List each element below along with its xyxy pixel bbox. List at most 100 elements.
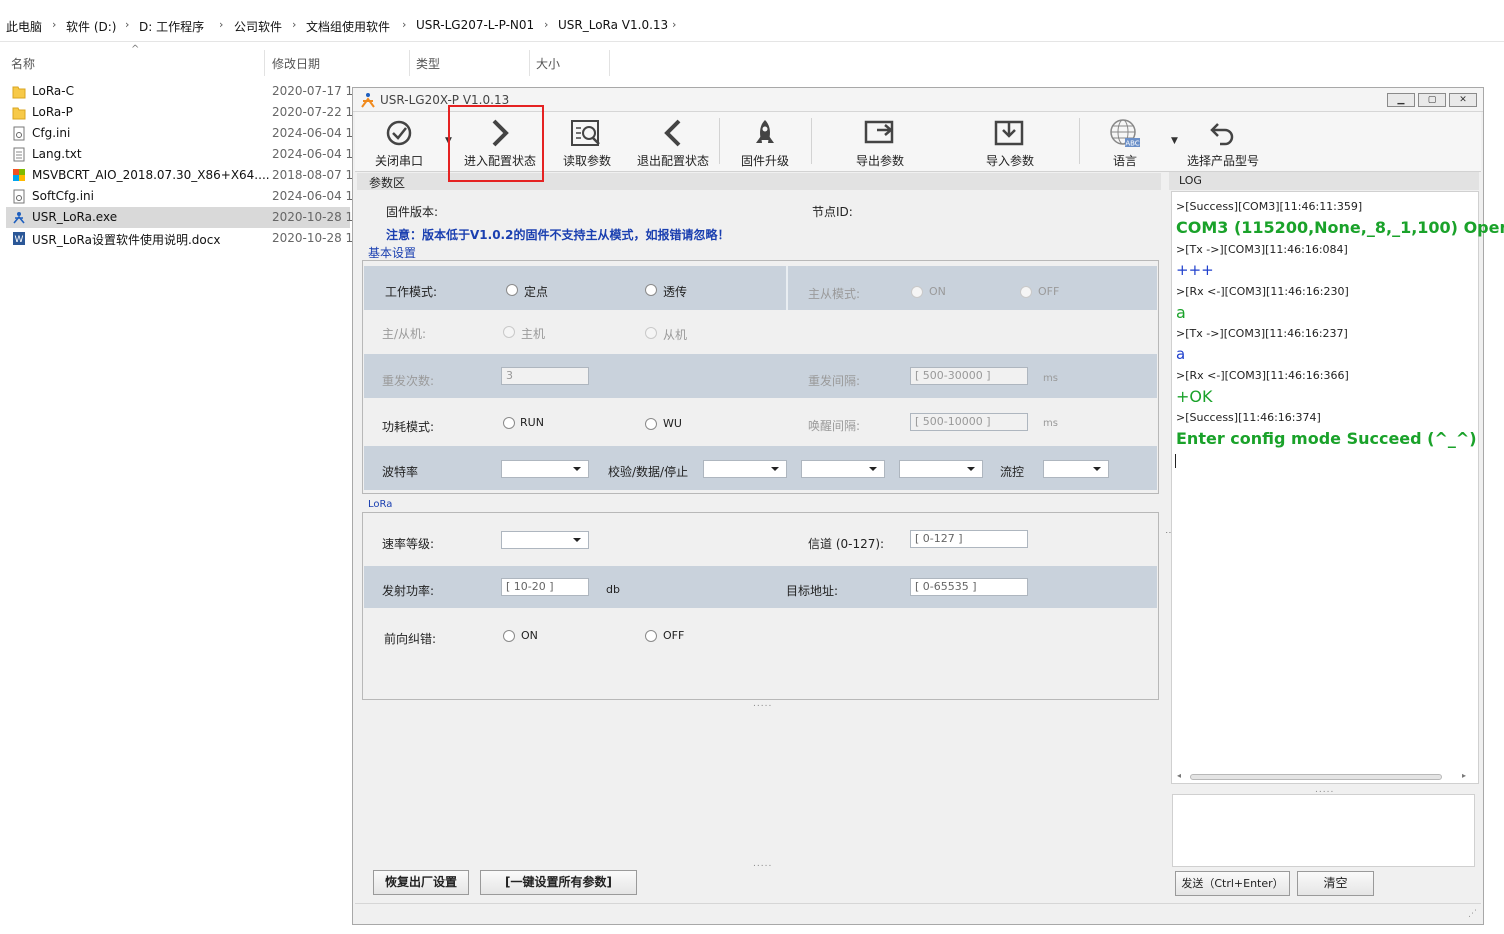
wake-interval-unit: ms bbox=[1043, 418, 1058, 429]
breadcrumb-work-programs[interactable]: D: 工作程序 bbox=[139, 18, 204, 35]
column-divider[interactable] bbox=[609, 50, 610, 76]
baud-rate-select[interactable] bbox=[501, 460, 589, 478]
close-button[interactable]: ✕ bbox=[1449, 93, 1477, 107]
log-line: >[Rx <-][COM3][11:46:16:366] bbox=[1176, 369, 1349, 382]
file-row[interactable]: Lang.txt 2024-06-04 1 bbox=[6, 144, 353, 165]
file-row[interactable]: LoRa-P 2020-07-22 1 bbox=[6, 102, 353, 123]
breadcrumb-drive-d[interactable]: 软件 (D:) bbox=[66, 18, 116, 35]
log-line: >[Tx ->][COM3][11:46:16:084] bbox=[1176, 243, 1348, 256]
breadcrumb-current-folder[interactable]: USR_LoRa V1.0.13 bbox=[558, 18, 668, 32]
rate-level-label: 速率等级: bbox=[382, 537, 435, 551]
breadcrumb-model-folder[interactable]: USR-LG207-L-P-N01 bbox=[416, 18, 534, 32]
scroll-left-arrow[interactable]: ◂ bbox=[1177, 771, 1181, 780]
splitter-grip[interactable]: ..... bbox=[753, 699, 772, 709]
splitter-grip[interactable]: ..... bbox=[753, 859, 772, 869]
column-divider[interactable] bbox=[409, 50, 410, 76]
close-port-button[interactable]: 关闭串口 bbox=[359, 112, 439, 170]
read-params-button[interactable]: 读取参数 bbox=[547, 112, 627, 170]
breadcrumb-company-software[interactable]: 公司软件 bbox=[234, 18, 282, 35]
wake-interval-input[interactable]: [ 500-10000 ] bbox=[910, 413, 1028, 431]
chevron-right-icon: › bbox=[402, 18, 407, 31]
column-header-type[interactable]: 类型 bbox=[416, 55, 440, 72]
lora-settings-title: LoRa bbox=[368, 499, 393, 510]
breadcrumb-this-pc[interactable]: 此电脑 bbox=[6, 18, 42, 35]
power-mode-run-radio[interactable] bbox=[503, 417, 515, 429]
send-input[interactable] bbox=[1172, 794, 1475, 867]
master-slave-on-radio[interactable] bbox=[911, 286, 923, 298]
text-file-icon bbox=[13, 147, 25, 162]
rate-level-select[interactable] bbox=[501, 531, 589, 549]
settings-row bbox=[364, 354, 1157, 398]
language-globe-icon: ABC bbox=[1110, 119, 1140, 148]
file-row[interactable]: Cfg.ini 2024-06-04 1 bbox=[6, 123, 353, 144]
work-mode-fixed-radio[interactable] bbox=[506, 284, 518, 296]
set-all-params-button[interactable]: [一键设置所有参数] bbox=[480, 870, 637, 895]
horizontal-scrollbar-thumb[interactable] bbox=[1190, 774, 1442, 780]
file-row[interactable]: MSVBCRT_AIO_2018.07.30_X86+X64.... 2018-… bbox=[6, 165, 353, 186]
data-bits-select[interactable] bbox=[801, 460, 885, 478]
firmware-upgrade-icon bbox=[756, 120, 774, 143]
log-title: LOG bbox=[1179, 174, 1202, 187]
export-params-button[interactable]: 导出参数 bbox=[835, 112, 925, 170]
file-row[interactable]: W USR_LoRa设置软件使用说明.docx 2020-10-28 1 bbox=[6, 228, 353, 249]
highlight-box bbox=[448, 105, 544, 182]
column-divider[interactable] bbox=[264, 50, 265, 76]
language-button[interactable]: ABC 语言 bbox=[1087, 112, 1163, 170]
role-label: 主/从机: bbox=[382, 327, 427, 341]
master-slave-off-radio[interactable] bbox=[1020, 286, 1032, 298]
sort-ascending-icon: ^ bbox=[131, 44, 140, 55]
chevron-down-icon bbox=[967, 467, 975, 471]
import-params-button[interactable]: 导入参数 bbox=[965, 112, 1055, 170]
channel-input[interactable]: [ 0-127 ] bbox=[910, 530, 1028, 548]
installer-icon bbox=[13, 169, 25, 181]
firmware-notice: 注意：版本低于V1.0.2的固件不支持主从模式，如报错请忽略！ bbox=[386, 228, 730, 242]
role-slave-radio[interactable] bbox=[645, 327, 657, 339]
column-header-size[interactable]: 大小 bbox=[536, 55, 560, 72]
role-master-radio[interactable] bbox=[503, 326, 515, 338]
column-header-name[interactable]: 名称 bbox=[11, 55, 35, 72]
fec-on-radio[interactable] bbox=[503, 630, 515, 642]
flow-control-select[interactable] bbox=[1043, 460, 1109, 478]
factory-reset-button[interactable]: 恢复出厂设置 bbox=[373, 870, 469, 895]
column-divider[interactable] bbox=[529, 50, 530, 76]
tx-power-unit: db bbox=[606, 583, 620, 596]
log-line: COM3 (115200,None,_8,_1,100) Open bbox=[1176, 218, 1504, 237]
select-model-button[interactable]: 选择产品型号 bbox=[1183, 112, 1263, 170]
toolbar-separator bbox=[1079, 118, 1080, 164]
fec-on-label: ON bbox=[521, 629, 538, 642]
file-row-selected[interactable]: USR_LoRa.exe 2020-10-28 1 bbox=[6, 207, 353, 228]
send-button[interactable]: 发送（Ctrl+Enter） bbox=[1175, 871, 1290, 896]
exit-config-button[interactable]: 退出配置状态 bbox=[631, 112, 715, 170]
firmware-version-label: 固件版本: bbox=[386, 205, 439, 219]
file-row[interactable]: LoRa-C 2020-07-17 1 bbox=[6, 81, 353, 102]
file-row[interactable]: SoftCfg.ini 2024-06-04 1 bbox=[6, 186, 353, 207]
resize-grip[interactable]: ⋰ bbox=[1468, 909, 1477, 919]
work-mode-transparent-radio[interactable] bbox=[645, 284, 657, 296]
address-breadcrumb[interactable]: 此电脑 › 软件 (D:) › D: 工作程序 › 公司软件 › 文档组使用软件… bbox=[0, 0, 1504, 42]
node-id-label: 节点ID: bbox=[812, 205, 853, 219]
master-slave-mode-label: 主从模式: bbox=[808, 287, 861, 301]
fec-off-radio[interactable] bbox=[645, 630, 657, 642]
minimize-button[interactable]: ▁ bbox=[1387, 93, 1415, 107]
scroll-right-arrow[interactable]: ▸ bbox=[1462, 771, 1466, 780]
breadcrumb-doc-group[interactable]: 文档组使用软件 bbox=[306, 18, 390, 35]
folder-icon bbox=[12, 107, 26, 120]
dropdown-arrow-icon[interactable]: ▼ bbox=[1171, 136, 1178, 146]
column-header-date[interactable]: 修改日期 bbox=[272, 55, 320, 72]
target-address-input[interactable]: [ 0-65535 ] bbox=[910, 578, 1028, 596]
parity-select[interactable] bbox=[703, 460, 787, 478]
tx-power-label: 发射功率: bbox=[382, 584, 435, 598]
tx-power-input[interactable]: [ 10-20 ] bbox=[501, 578, 589, 596]
retry-count-input[interactable]: 3 bbox=[501, 367, 589, 385]
log-line: +++ bbox=[1176, 261, 1214, 279]
firmware-upgrade-button[interactable]: 固件升级 bbox=[725, 112, 805, 170]
maximize-button[interactable]: ▢ bbox=[1418, 93, 1446, 107]
log-output[interactable]: >[Success][COM3][11:46:11:359] COM3 (115… bbox=[1171, 191, 1504, 784]
wake-interval-label: 唤醒间隔: bbox=[808, 419, 861, 433]
chevron-right-icon: › bbox=[672, 18, 677, 31]
clear-button[interactable]: 清空 bbox=[1297, 871, 1374, 896]
channel-label: 信道 (0-127): bbox=[808, 537, 885, 551]
stop-bits-select[interactable] bbox=[899, 460, 983, 478]
retry-interval-input[interactable]: [ 500-30000 ] bbox=[910, 367, 1028, 385]
power-mode-wu-radio[interactable] bbox=[645, 418, 657, 430]
